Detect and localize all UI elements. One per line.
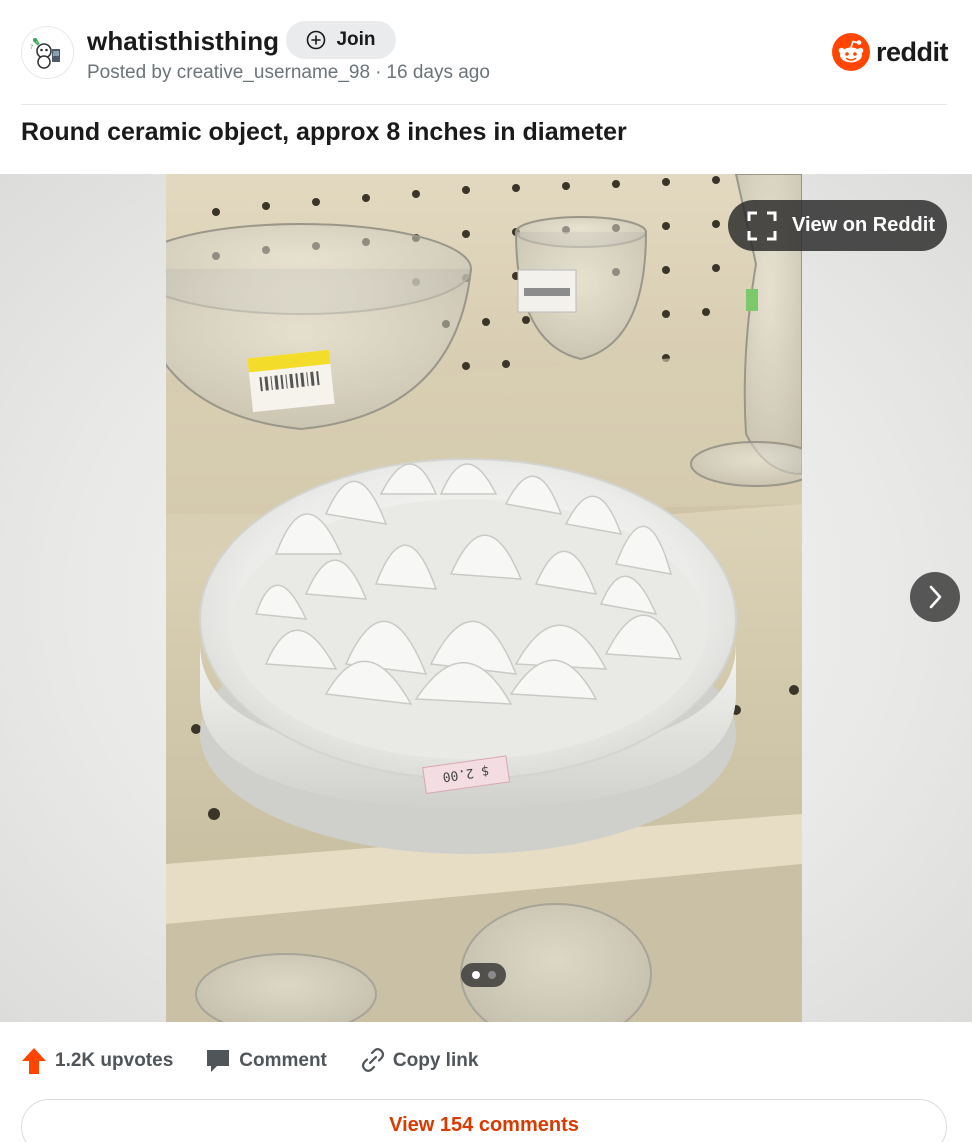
- next-image-button[interactable]: [910, 572, 960, 622]
- upvote-button[interactable]: 1.2K upvotes: [21, 1047, 173, 1075]
- media-gallery[interactable]: $ 2.00 View on Reddit: [0, 174, 972, 1022]
- plus-circle-icon: [307, 30, 326, 50]
- subreddit-avatar-image: ?: [22, 27, 73, 78]
- post-header: ? whatisthisthing Join Posted by creativ…: [0, 0, 972, 104]
- post-meta: Posted by creative_username_98 · 16 days a…: [87, 62, 490, 84]
- copy-link-label: Copy link: [392, 1050, 479, 1071]
- subreddit-name[interactable]: whatisthisthing: [87, 26, 279, 57]
- reddit-wordmark: reddit: [875, 36, 949, 67]
- gallery-dot-1[interactable]: [471, 971, 480, 979]
- comment-button[interactable]: Comment: [205, 1047, 327, 1075]
- subreddit-avatar[interactable]: ?: [21, 26, 74, 79]
- ceramic-dish-photo: $ 2.00: [166, 174, 802, 1022]
- view-on-reddit-button[interactable]: View on Reddit: [728, 200, 947, 251]
- chevron-right-icon: [929, 585, 942, 609]
- comment-label: Comment: [239, 1050, 327, 1071]
- comment-bubble-icon: [207, 1050, 230, 1072]
- link-icon: [361, 1048, 384, 1072]
- gallery-pagination: [461, 963, 506, 987]
- post-title[interactable]: Round ceramic object, approx 8 inches in…: [21, 118, 627, 147]
- upvote-arrow-icon: [22, 1048, 46, 1074]
- post-actions: 1.2K upvotes Comment Copy link: [21, 1042, 510, 1080]
- post-time: 16 days ago: [386, 62, 490, 83]
- reddit-brand[interactable]: reddit: [831, 33, 949, 71]
- join-label: Join: [336, 29, 376, 50]
- copy-link-button[interactable]: Copy link: [359, 1047, 479, 1075]
- header-divider: [21, 104, 947, 105]
- username-link[interactable]: creative_username_98: [177, 62, 370, 83]
- meta-separator: ·: [375, 62, 382, 83]
- view-on-reddit-label: View on Reddit: [792, 214, 935, 236]
- posted-by-prefix: Posted by: [87, 62, 172, 83]
- view-comments-label: View 154 comments: [389, 1114, 579, 1136]
- svg-text:?: ?: [30, 44, 33, 51]
- view-comments-button[interactable]: View 154 comments: [21, 1099, 947, 1142]
- expand-icon: [747, 211, 777, 240]
- upvote-count: 1.2K upvotes: [55, 1050, 174, 1071]
- reddit-snoo-icon: [831, 33, 870, 71]
- join-button[interactable]: Join: [286, 21, 396, 59]
- post-image[interactable]: $ 2.00: [166, 174, 802, 1022]
- gallery-dot-2[interactable]: [487, 971, 496, 979]
